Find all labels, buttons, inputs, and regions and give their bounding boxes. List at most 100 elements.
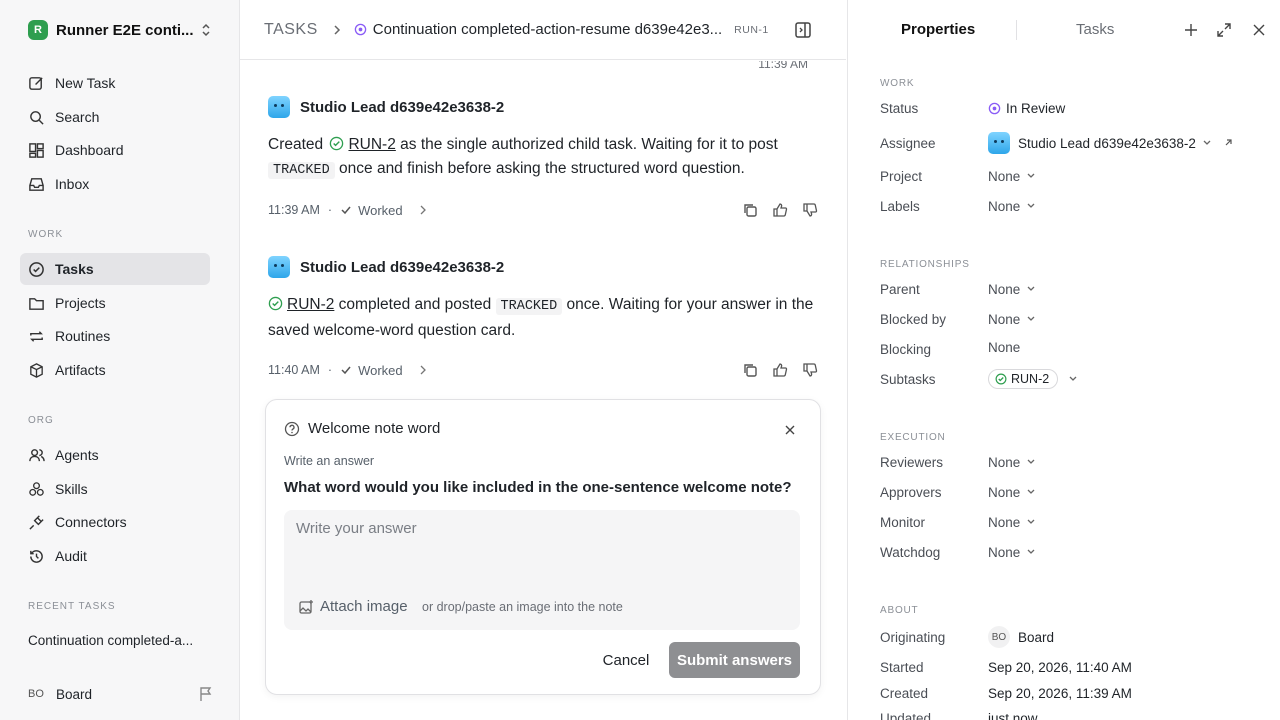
chevron-down-icon [1027,459,1035,464]
chevron-down-icon[interactable] [1068,375,1078,383]
property-blocked-by: Blocked by None [880,309,1260,329]
thumbs-up-icon[interactable] [772,202,788,218]
message-timestamp: 11:39 AM [758,61,808,71]
nav-search[interactable]: Search [20,101,210,133]
chevron-down-icon [1027,316,1035,321]
user-row[interactable]: BO Board [28,684,214,704]
plus-icon[interactable] [1183,22,1199,38]
question-card: Welcome note word Write an answer What w… [265,399,821,695]
reviewers-value-button[interactable]: None [988,455,1036,470]
property-status: Status In Review [880,98,1260,118]
breadcrumb-tasks[interactable]: TASKS [264,21,318,39]
watchdog-value-button[interactable]: None [988,545,1036,560]
blocked-by-label: Blocked by [880,311,947,327]
message-author: Studio Lead d639e42e3638-2 [300,98,505,116]
nav-projects-label: Projects [55,295,106,311]
attach-image-button[interactable]: Attach image [298,598,408,615]
nav-routines-label: Routines [55,328,111,344]
nav-dashboard[interactable]: Dashboard [20,134,210,166]
updated-label: Updated [880,710,932,720]
subtask-chip[interactable]: RUN-2 [988,369,1059,389]
section-work: WORK [880,78,915,89]
edit-icon [29,76,43,90]
originating-value: Board [1018,629,1055,645]
chevron-down-icon [1027,203,1035,208]
nav-agents[interactable]: Agents [20,439,210,471]
nav-projects[interactable]: Projects [20,287,210,319]
approvers-value-button[interactable]: None [988,485,1036,500]
close-icon[interactable] [1252,23,1266,37]
nav-connectors[interactable]: Connectors [20,506,210,538]
message-body: Created RUN-2 as the single authorized c… [268,133,818,183]
thumbs-down-icon[interactable] [802,362,818,378]
panel-toggle-icon[interactable] [794,21,812,39]
assignee-value-button[interactable]: Studio Lead d639e42e3638-2 [988,132,1234,154]
separator-dot: · [327,363,333,377]
task-link-run-2[interactable]: RUN-2 [348,136,395,153]
close-icon[interactable] [784,424,796,436]
project-value-button[interactable]: None [988,169,1036,184]
cancel-button[interactable]: Cancel [594,642,658,678]
section-org: ORG [28,415,54,426]
nav-new-task[interactable]: New Task [20,67,210,99]
nav-inbox[interactable]: Inbox [20,168,210,200]
property-updated: Updated just now [880,708,1260,720]
originating-label: Originating [880,629,946,645]
nav-tasks[interactable]: Tasks [20,253,210,285]
nav-connectors-label: Connectors [55,514,127,530]
workspace-switcher[interactable]: R Runner E2E conti... [28,18,218,42]
parent-value: None [988,281,1021,297]
user-avatar: BO [28,688,44,700]
copy-icon[interactable] [742,202,758,218]
attach-hint: or drop/paste an image into the note [422,600,623,614]
watchdog-value: None [988,544,1021,560]
thumbs-up-icon[interactable] [772,362,788,378]
nav-routines[interactable]: Routines [20,320,210,352]
parent-value-button[interactable]: None [988,282,1036,297]
tab-tasks[interactable]: Tasks [1076,21,1114,38]
external-link-icon[interactable] [1222,137,1234,149]
chevron-right-icon[interactable] [419,365,427,375]
question-subtitle: Write an answer [284,454,375,468]
submit-answers-button[interactable]: Submit answers [669,642,800,678]
property-parent: Parent None [880,279,1260,299]
status-in-review-icon [988,102,1001,114]
monitor-label: Monitor [880,514,926,530]
image-add-icon [299,599,313,614]
chevron-down-icon [1027,549,1035,554]
monitor-value-button[interactable]: None [988,515,1036,530]
status-value-button[interactable]: In Review [988,101,1065,116]
property-assignee: Assignee Studio Lead d639e42e3638-2 [880,132,1260,154]
property-created: Created Sep 20, 2026, 11:39 AM [880,683,1260,703]
panel-tabs: Properties Tasks [848,0,1280,60]
workspace-name: Runner E2E conti... [56,21,194,39]
status-in-review-icon [354,23,367,36]
properties-panel: Properties Tasks WORK Status In Review A… [847,0,1280,720]
task-link-run-2[interactable]: RUN-2 [287,296,334,313]
blocked-by-value-button[interactable]: None [988,312,1036,327]
dashboard-icon [29,142,44,158]
code-token: TRACKED [495,298,563,315]
done-check-icon [330,136,344,151]
chevron-right-icon[interactable] [419,205,427,215]
nav-audit[interactable]: Audit [20,540,210,572]
thumbs-down-icon[interactable] [802,202,818,218]
tab-properties[interactable]: Properties [901,21,975,38]
copy-icon[interactable] [742,362,758,378]
recent-task-item[interactable]: Continuation completed-a... [28,633,208,648]
labels-value-button[interactable]: None [988,199,1036,214]
workspace-logo: R [28,20,48,40]
task-header: TASKS Continuation completed-action-resu… [240,0,846,60]
expand-icon[interactable] [1216,22,1232,38]
reviewers-label: Reviewers [880,454,944,470]
folder-icon [29,297,44,310]
property-originating: Originating BO Board [880,626,1260,648]
nav-artifacts[interactable]: Artifacts [20,354,210,386]
flag-icon[interactable] [198,686,214,702]
section-relationships: RELATIONSHIPS [880,259,970,270]
plug-icon [29,514,44,530]
message-body: RUN-2 completed and posted TRACKED once.… [268,293,818,343]
check-icon [341,206,351,215]
nav-skills[interactable]: Skills [20,473,210,505]
page-title: Continuation completed-action-resume d63… [372,21,723,38]
